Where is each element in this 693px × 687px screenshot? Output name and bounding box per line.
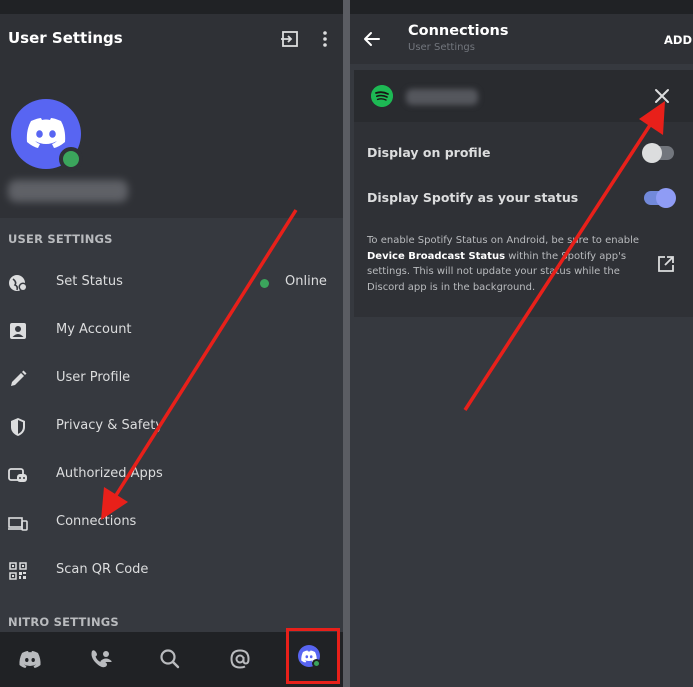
toggle-knob [656,188,676,208]
status-bar [350,0,693,14]
spotify-icon [371,85,393,107]
help-text-part: To enable Spotify Status on Android, be … [367,235,639,246]
status-bar [0,0,343,14]
page-subtitle: User Settings [408,42,475,53]
shield-icon [11,418,25,436]
sidebar-item-label: Set Status [56,274,123,289]
sidebar-item-scan-qr-code[interactable]: Scan QR Code [0,549,343,593]
help-text-emphasis: Device Broadcast Status [367,250,506,262]
section-label-nitro-settings: NITRO SETTINGS [8,615,119,629]
mentions-icon[interactable] [226,645,254,673]
discord-logo-icon [26,118,66,148]
avatar[interactable] [11,99,83,171]
connection-card-header [354,70,693,122]
account-icon [10,323,26,339]
sidebar-item-set-status[interactable]: Set Status Online [0,261,343,305]
user-settings-header: User Settings [0,14,343,64]
back-arrow-icon[interactable] [362,29,382,49]
blurred-account-name [406,89,478,105]
display-status-toggle[interactable] [644,188,676,208]
page-title: User Settings [8,29,123,47]
connections-panel: Connections User Settings ADD Display on… [350,0,693,687]
blurred-username [8,180,128,202]
logout-icon[interactable] [280,29,300,49]
external-link-icon[interactable] [657,255,675,273]
sidebar-item-connections[interactable]: Connections [0,501,343,545]
sidebar-item-authorized-apps[interactable]: Authorized Apps [0,453,343,497]
panel-divider [343,0,350,687]
online-status-indicator [59,147,83,171]
status-icon [9,275,28,292]
display-on-profile-toggle[interactable] [642,143,674,163]
sidebar-item-label: User Profile [56,370,131,385]
profile-card [0,64,343,218]
kebab-icon[interactable] [317,29,333,49]
sidebar-item-label: Authorized Apps [56,466,163,481]
toggle-knob [642,143,662,163]
sidebar-item-my-account[interactable]: My Account [0,309,343,353]
gamepad-icon [8,468,27,482]
page-title: Connections [408,23,509,39]
spotify-status-help-text: To enable Spotify Status on Android, be … [367,233,647,295]
user-settings-panel: User Settings USER SETTINGS Set Status O… [0,0,343,687]
status-value: Online [285,274,327,289]
spotify-connection-card: Display on profile Display Spotify as yo… [354,70,693,317]
discord-home-icon[interactable] [16,645,44,673]
sidebar-item-label: Scan QR Code [56,562,149,577]
sidebar-item-privacy-safety[interactable]: Privacy & Safety [0,405,343,449]
friends-icon[interactable] [86,645,114,673]
search-icon[interactable] [156,645,184,673]
add-connection-button[interactable]: ADD [664,33,692,47]
pencil-icon [11,370,27,386]
sidebar-item-label: My Account [56,322,132,337]
display-on-profile-label: Display on profile [367,145,491,160]
sidebar-item-label: Privacy & Safety [56,418,164,433]
annotation-highlight-box [286,628,340,684]
connections-header: Connections User Settings ADD [350,14,693,64]
devices-icon [8,517,28,531]
close-icon[interactable] [652,86,672,106]
online-status-dot [260,279,269,288]
sidebar-item-label: Connections [56,514,137,529]
sidebar-item-user-profile[interactable]: User Profile [0,357,343,401]
section-label-user-settings: USER SETTINGS [8,232,113,246]
qr-code-icon [9,562,27,580]
display-status-label: Display Spotify as your status [367,190,579,205]
